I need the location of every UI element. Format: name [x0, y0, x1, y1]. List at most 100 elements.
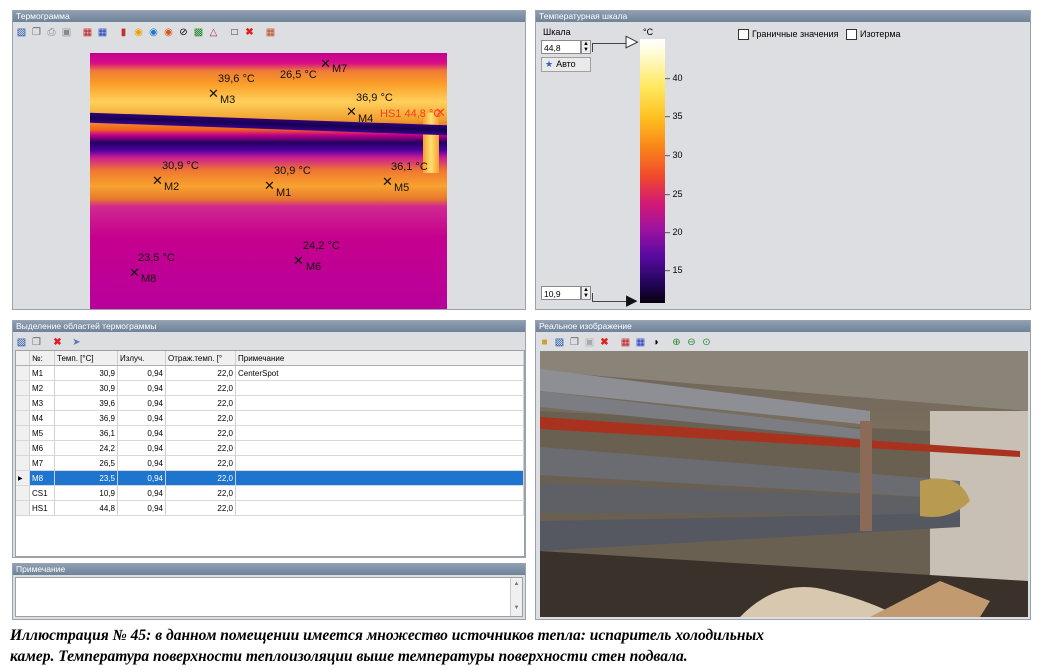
cell-emissivity[interactable]: 0,94 — [117, 455, 166, 471]
row-indicator[interactable] — [16, 425, 30, 441]
cell-emissivity[interactable]: 0,94 — [117, 500, 166, 516]
auto-button[interactable]: ★ Авто — [541, 57, 591, 72]
save-icon[interactable]: ▧ — [15, 336, 28, 349]
cell-reflected-temp[interactable]: 22,0 — [165, 485, 236, 501]
hotspot-marker[interactable]: ✕ — [435, 106, 446, 119]
open-folder-icon[interactable]: ■ — [538, 336, 551, 349]
cell-temp[interactable]: 36,1 — [54, 425, 118, 441]
real-photo[interactable] — [540, 351, 1028, 617]
table-row[interactable]: M7 26,5 0,94 22,0 — [16, 455, 524, 471]
col-number-header[interactable]: №: — [29, 351, 55, 366]
cell-number[interactable]: M7 — [29, 455, 55, 471]
table-row[interactable]: M5 36,1 0,94 22,0 — [16, 425, 524, 441]
cell-number[interactable]: M3 — [29, 395, 55, 411]
palette-icon[interactable]: ▦ — [619, 336, 632, 349]
cell-number[interactable]: M2 — [29, 380, 55, 396]
marker-m1[interactable]: ✕ — [264, 179, 275, 192]
histogram-icon[interactable]: ▩ — [192, 26, 205, 39]
col-reflected-temp-header[interactable]: Отраж.темп. [° — [165, 351, 236, 366]
export-icon[interactable]: ▣ — [583, 336, 596, 349]
coldspot-icon[interactable]: ◉ — [147, 26, 160, 39]
cell-temp[interactable]: 24,2 — [54, 440, 118, 456]
marker-m8[interactable]: ✕ — [129, 266, 140, 279]
cell-temp[interactable]: 39,6 — [54, 395, 118, 411]
print-icon[interactable]: ⎙ — [45, 26, 58, 39]
cell-emissivity[interactable]: 0,94 — [117, 395, 166, 411]
marker-m5[interactable]: ✕ — [382, 175, 393, 188]
row-indicator[interactable] — [16, 395, 30, 411]
cell-emissivity[interactable]: 0,94 — [117, 410, 166, 426]
limits-checkbox[interactable] — [738, 29, 749, 40]
row-indicator[interactable] — [16, 455, 30, 471]
row-indicator[interactable] — [16, 500, 30, 516]
cell-reflected-temp[interactable]: 22,0 — [165, 500, 236, 516]
cell-note[interactable]: CenterSpot — [235, 365, 524, 381]
table-row[interactable]: HS1 44,8 0,94 22,0 — [16, 500, 524, 516]
copy-icon[interactable]: ❐ — [568, 336, 581, 349]
no-measure-icon[interactable]: ⊘ — [177, 26, 190, 39]
col-note-header[interactable]: Примечание — [235, 351, 524, 366]
zoom-fit-icon[interactable]: ⊙ — [700, 336, 713, 349]
cell-reflected-temp[interactable]: 22,0 — [165, 365, 236, 381]
cell-note[interactable] — [235, 425, 524, 441]
cell-emissivity[interactable]: 0,94 — [117, 425, 166, 441]
select-area-icon[interactable]: □ — [228, 26, 241, 39]
col-emissivity-header[interactable]: Излуч. — [117, 351, 166, 366]
scale-max-input[interactable]: 44,8 — [541, 40, 581, 54]
cell-number[interactable]: M4 — [29, 410, 55, 426]
table-row[interactable]: M1 30,9 0,94 22,0 CenterSpot — [16, 365, 524, 381]
save-icon[interactable]: ▧ — [553, 336, 566, 349]
cell-emissivity[interactable]: 0,94 — [117, 440, 166, 456]
save-icon[interactable]: ▧ — [15, 26, 28, 39]
cell-temp[interactable]: 10,9 — [54, 485, 118, 501]
cell-note[interactable] — [235, 470, 524, 486]
note-scrollbar[interactable]: ▲ ▼ — [510, 578, 522, 616]
cell-temp[interactable]: 36,9 — [54, 410, 118, 426]
scale-min-input[interactable]: 10,9 — [541, 286, 581, 300]
zoom-out-icon[interactable]: ⊖ — [685, 336, 698, 349]
table-row[interactable]: M3 39,6 0,94 22,0 — [16, 395, 524, 411]
cell-emissivity[interactable]: 0,94 — [117, 470, 166, 486]
cell-reflected-temp[interactable]: 22,0 — [165, 470, 236, 486]
marker-m7[interactable]: ✕ — [320, 57, 331, 70]
row-indicator[interactable] — [16, 365, 30, 381]
isotherm-checkbox[interactable] — [846, 29, 857, 40]
row-indicator[interactable] — [16, 380, 30, 396]
cell-note[interactable] — [235, 440, 524, 456]
zoom-in-icon[interactable]: ⊕ — [670, 336, 683, 349]
row-indicator[interactable]: ▶ — [16, 470, 30, 486]
cell-reflected-temp[interactable]: 22,0 — [165, 440, 236, 456]
marker-m2[interactable]: ✕ — [152, 174, 163, 187]
cell-note[interactable] — [235, 500, 524, 516]
grid-icon[interactable]: ▦ — [264, 26, 277, 39]
palette-icon[interactable]: ▦ — [81, 26, 94, 39]
delete-icon[interactable]: ✖ — [598, 336, 611, 349]
row-indicator[interactable] — [16, 440, 30, 456]
marker-m6[interactable]: ✕ — [293, 254, 304, 267]
export-icon[interactable]: ▣ — [60, 26, 73, 39]
table-row[interactable]: CS1 10,9 0,94 22,0 — [16, 485, 524, 501]
cell-number[interactable]: M6 — [29, 440, 55, 456]
cell-reflected-temp[interactable]: 22,0 — [165, 455, 236, 471]
cell-number[interactable]: M5 — [29, 425, 55, 441]
cell-number[interactable]: CS1 — [29, 485, 55, 501]
contrast-icon[interactable]: ◑ — [649, 336, 662, 349]
profile-icon[interactable]: △ — [207, 26, 220, 39]
copy-icon[interactable]: ❐ — [30, 26, 43, 39]
note-textarea[interactable]: ▲ ▼ — [15, 577, 523, 617]
cell-temp[interactable]: 30,9 — [54, 365, 118, 381]
thermometer-icon[interactable]: ▮ — [117, 26, 130, 39]
cell-temp[interactable]: 23,5 — [54, 470, 118, 486]
cell-emissivity[interactable]: 0,94 — [117, 485, 166, 501]
thermal-image[interactable]: ✕ 30,9 °C M1 ✕ 30,9 °C M2 ✕ 39,6 °C M3 ✕… — [90, 53, 447, 309]
cell-temp[interactable]: 44,8 — [54, 500, 118, 516]
row-indicator[interactable] — [16, 485, 30, 501]
palette-alt-icon[interactable]: ▦ — [634, 336, 647, 349]
table-row[interactable]: M2 30,9 0,94 22,0 — [16, 380, 524, 396]
pin-icon[interactable]: ➤ — [70, 336, 83, 349]
palette-alt-icon[interactable]: ▦ — [96, 26, 109, 39]
cell-reflected-temp[interactable]: 22,0 — [165, 380, 236, 396]
table-row[interactable]: ▶ M8 23,5 0,94 22,0 — [16, 470, 524, 486]
cell-number[interactable]: HS1 — [29, 500, 55, 516]
scale-min-arrow-icon[interactable]: ▶ — [626, 291, 638, 309]
